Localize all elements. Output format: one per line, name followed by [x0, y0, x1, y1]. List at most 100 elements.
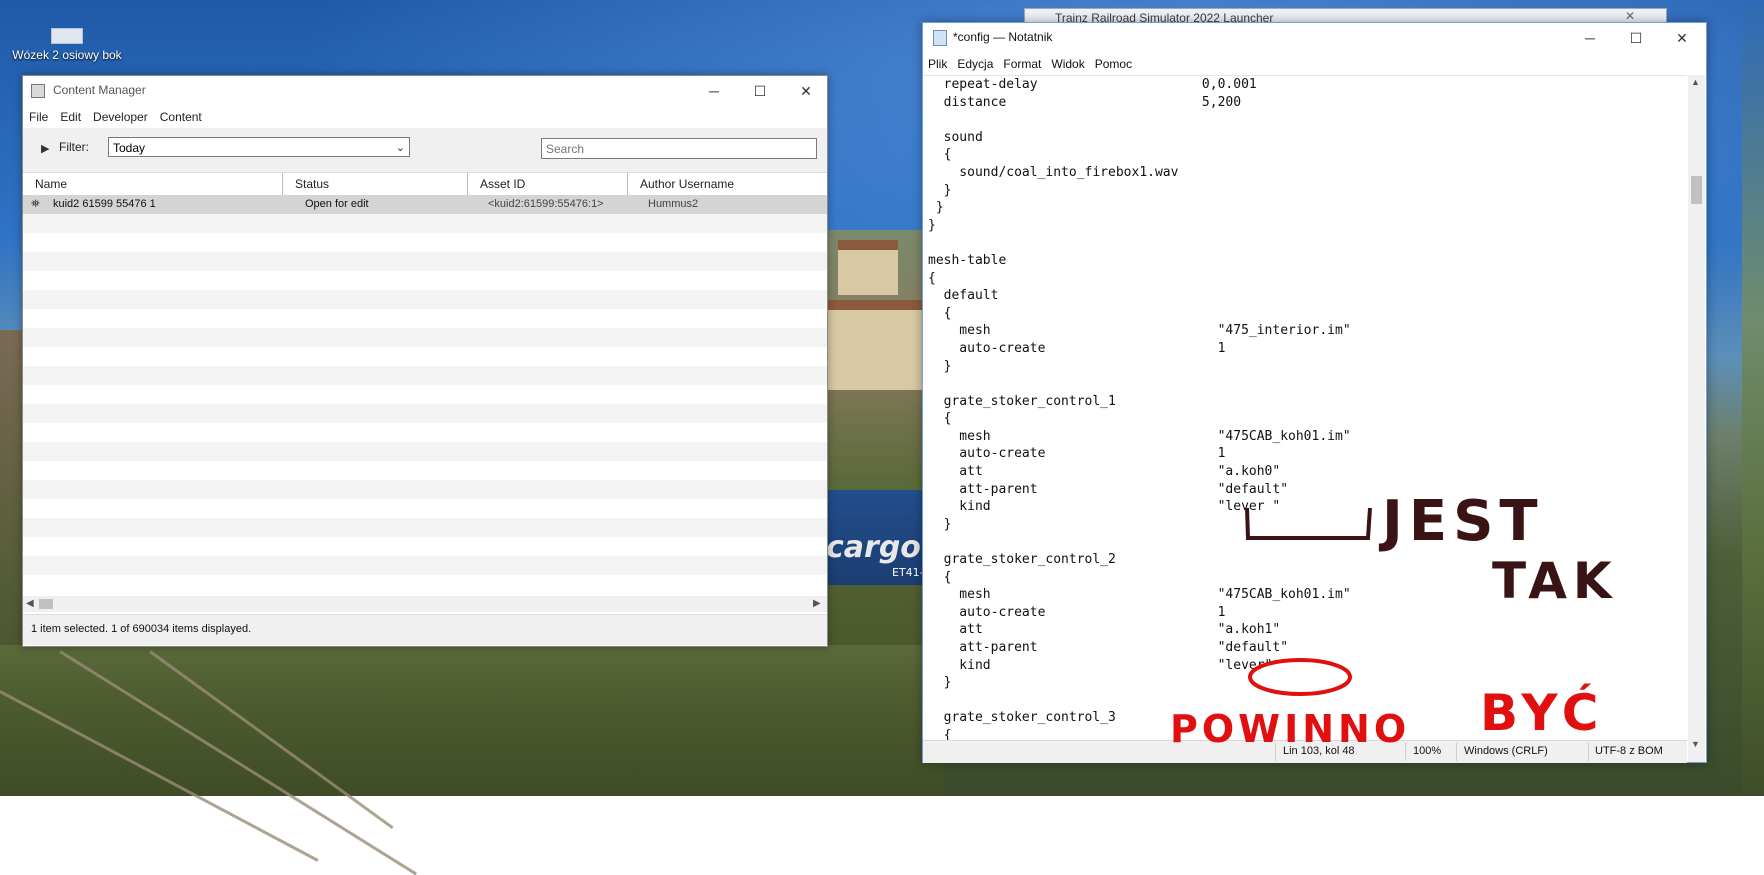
code-line: } [928, 182, 952, 198]
scroll-left-icon[interactable]: ◀ [26, 596, 34, 612]
close-button[interactable]: ✕ [783, 76, 829, 106]
scene-tracks-area [0, 645, 945, 796]
menu-edit[interactable]: Edit [54, 106, 87, 128]
cm-title: Content Manager [53, 83, 146, 97]
minimize-button[interactable]: ─ [691, 76, 737, 106]
locomotive-brand: cargo [826, 530, 921, 565]
cell-status: Open for edit [305, 198, 369, 210]
scroll-up-icon[interactable]: ▲ [1691, 77, 1700, 87]
menu-file[interactable]: File [23, 106, 54, 128]
code-line: } [928, 217, 936, 233]
code-line: sound [928, 129, 983, 145]
list-header: Name Status Asset ID Author Username [23, 172, 827, 196]
code-line: { [928, 411, 952, 427]
cm-toolbar: ▶ Filter: Today ⌄ [23, 128, 827, 172]
column-asset-id[interactable]: Asset ID [468, 173, 628, 195]
scrollbar-thumb[interactable] [39, 599, 53, 609]
code-line: mesh-table [928, 252, 1007, 268]
menu-pomoc[interactable]: Pomoc [1090, 53, 1137, 75]
code-line: { [928, 147, 952, 163]
code-line: } [928, 675, 952, 691]
code-line: mesh "475CAB_koh01.im" [928, 428, 1351, 444]
np-menubar: Plik Edycja Format Widok Pomoc [923, 53, 1706, 75]
scroll-down-icon[interactable]: ▼ [1691, 739, 1700, 749]
horizontal-scrollbar[interactable]: ◀ ▶ [23, 596, 827, 612]
scene-right-strip [1742, 0, 1764, 796]
zoom-level: 100% [1413, 745, 1442, 757]
menu-edycja[interactable]: Edycja [952, 53, 998, 75]
code-line: grate_stoker_control_2 [928, 552, 1116, 568]
code-line: { [928, 270, 936, 286]
chevron-down-icon: ⌄ [395, 142, 405, 154]
scrollbar-thumb[interactable] [1691, 176, 1702, 204]
maximize-button[interactable]: ☐ [737, 76, 783, 106]
code-line: { [928, 305, 952, 321]
maximize-button[interactable]: ☐ [1613, 23, 1659, 53]
code-line: att-parent "default" [928, 481, 1289, 497]
notepad-icon [933, 30, 947, 46]
expand-filter-icon[interactable]: ▶ [41, 142, 49, 155]
np-titlebar[interactable]: *config — Notatnik ─ ☐ ✕ [923, 23, 1706, 53]
code-line: att-parent "default" [928, 640, 1289, 655]
filter-label: Filter: [59, 140, 89, 154]
desktop-icon-wozek[interactable]: Wózek 2 osiowy bok [12, 28, 122, 62]
code-line: } [928, 200, 944, 216]
code-line: kind "lever" [928, 657, 1273, 673]
code-line: grate_stoker_control_3 [928, 710, 1116, 726]
scroll-right-icon[interactable]: ▶ [813, 596, 821, 612]
code-line: mesh "475_interior.im" [928, 323, 1351, 339]
table-row[interactable]: ⛯ kuid2 61599 55476 1 Open for edit <kui… [23, 195, 827, 214]
np-statusbar: Lin 103, kol 48 100% Windows (CRLF) UTF-… [923, 740, 1687, 763]
code-line: mesh "475CAB_koh01.im" [928, 587, 1351, 603]
code-line: grate_stoker_control_1 [928, 393, 1116, 409]
code-line: kind "lever " [928, 499, 1281, 515]
minimize-button[interactable]: ─ [1567, 23, 1613, 53]
cell-asset-id: <kuid2:61599:55476:1> [488, 198, 604, 210]
code-line: default [928, 288, 999, 304]
filter-value: Today [113, 141, 146, 155]
code-line: repeat-delay 0,0.001 [928, 77, 1257, 92]
code-line: auto-create 1 [928, 340, 1226, 356]
encoding: UTF-8 z BOM [1595, 745, 1663, 757]
column-status[interactable]: Status [283, 173, 468, 195]
column-name[interactable]: Name [23, 173, 283, 195]
menu-developer[interactable]: Developer [87, 106, 154, 128]
code-line: distance 5,200 [928, 94, 1242, 110]
menu-content[interactable]: Content [154, 106, 208, 128]
code-line: att "a.koh1" [928, 622, 1281, 638]
column-author[interactable]: Author Username [628, 173, 827, 195]
notepad-window: *config — Notatnik ─ ☐ ✕ Plik Edycja Forma… [922, 22, 1707, 763]
asset-list[interactable]: ⛯ kuid2 61599 55476 1 Open for edit <kui… [23, 195, 827, 593]
filter-dropdown[interactable]: Today ⌄ [108, 137, 410, 157]
menu-format[interactable]: Format [998, 53, 1046, 75]
code-line: auto-create 1 [928, 446, 1226, 462]
code-line: { [928, 569, 952, 585]
cm-menubar: File Edit Developer Content [23, 106, 827, 128]
close-button[interactable]: ✕ [1659, 23, 1705, 53]
cm-titlebar[interactable]: Content Manager ─ ☐ ✕ [23, 76, 827, 106]
station-building-2 [838, 240, 898, 295]
menu-plik[interactable]: Plik [923, 53, 952, 75]
vertical-scrollbar[interactable]: ▲ ▼ [1688, 75, 1705, 762]
code-line: sound/coal_into_firebox1.wav [928, 164, 1179, 180]
file-icon [51, 28, 83, 44]
desktop-icon-label: Wózek 2 osiowy bok [12, 48, 122, 62]
code-line: att "a.koh0" [928, 464, 1281, 480]
text-editor[interactable]: repeat-delay 0,0.001 distance 5,200 soun… [923, 75, 1687, 763]
search-input[interactable] [541, 138, 817, 159]
menu-widok[interactable]: Widok [1046, 53, 1089, 75]
code-line: } [928, 358, 952, 374]
editor-content: repeat-delay 0,0.001 distance 5,200 soun… [928, 76, 1351, 745]
launcher-close-icon[interactable]: ✕ [1625, 9, 1635, 23]
cm-app-icon [31, 84, 45, 98]
cm-statusbar: 1 item selected. 1 of 690034 items displ… [23, 614, 827, 645]
cell-name: kuid2 61599 55476 1 [53, 198, 156, 210]
np-title: *config — Notatnik [953, 30, 1053, 44]
cm-status-text: 1 item selected. 1 of 690034 items displ… [31, 623, 252, 635]
line-endings: Windows (CRLF) [1464, 745, 1548, 757]
cursor-position: Lin 103, kol 48 [1283, 745, 1355, 757]
